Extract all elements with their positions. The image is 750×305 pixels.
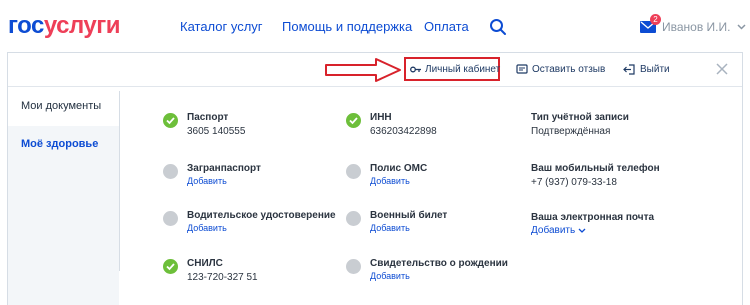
gosuslugi-logo[interactable]: госуслуги bbox=[8, 12, 121, 40]
email: Ваша электронная почта Добавить bbox=[531, 212, 654, 236]
search-icon[interactable] bbox=[489, 18, 507, 36]
sidebar-item-health[interactable]: Моё здоровье bbox=[8, 126, 119, 160]
account-type: Тип учётной записи Подтверждённая bbox=[531, 112, 629, 137]
logout-link[interactable]: Выйти bbox=[640, 64, 670, 75]
status-ok-icon bbox=[163, 113, 178, 128]
chevron-down-icon bbox=[578, 228, 586, 233]
add-military-id-link[interactable]: Добавить bbox=[370, 223, 410, 233]
personal-account-link[interactable]: Личный кабинет bbox=[425, 64, 500, 75]
feedback-icon bbox=[516, 64, 528, 74]
mobile-phone: Ваш мобильный телефон +7 (937) 079-33-18 bbox=[531, 163, 660, 188]
email-title: Ваша электронная почта bbox=[531, 212, 655, 223]
sidebar-divider bbox=[119, 91, 120, 271]
profile-action-bar: Личный кабинет Оставить отзыв Выйти bbox=[8, 53, 742, 87]
add-email-label: Добавить bbox=[531, 225, 576, 236]
mobile-phone-title: Ваш мобильный телефон bbox=[531, 163, 660, 174]
nav-catalog[interactable]: Каталог услуг bbox=[180, 19, 263, 34]
sidebar-item-label: Мои документы bbox=[21, 100, 102, 112]
account-type-value: Подтверждённая bbox=[531, 126, 611, 137]
document-title: Военный билет bbox=[370, 210, 448, 221]
status-ok-icon bbox=[163, 259, 178, 274]
status-empty-icon bbox=[346, 164, 361, 179]
user-name[interactable]: Иванов И.И. bbox=[662, 20, 730, 34]
status-empty-icon bbox=[163, 164, 178, 179]
sidebar-item-label: Моё здоровье bbox=[21, 138, 99, 150]
add-foreign-passport-link[interactable]: Добавить bbox=[187, 176, 227, 186]
account-type-title: Тип учётной записи bbox=[531, 112, 629, 123]
add-driver-license-link[interactable]: Добавить bbox=[187, 223, 227, 233]
profile-dropdown-panel: Личный кабинет Оставить отзыв Выйти Мои … bbox=[7, 52, 743, 305]
document-title: Загранпаспорт bbox=[187, 163, 261, 174]
status-empty-icon bbox=[163, 211, 178, 226]
chevron-down-icon[interactable] bbox=[737, 24, 746, 30]
nav-help[interactable]: Помощь и поддержка bbox=[282, 19, 412, 34]
feedback-link[interactable]: Оставить отзыв bbox=[532, 64, 605, 75]
document-value: 3605 140555 bbox=[187, 126, 246, 137]
document-title: Полис ОМС bbox=[370, 163, 428, 174]
sidebar-item-documents[interactable]: Мои документы bbox=[8, 88, 120, 126]
document-title: Свидетельство о рождении bbox=[370, 258, 508, 269]
document-title: СНИЛС bbox=[187, 258, 223, 269]
document-title: Паспорт bbox=[187, 112, 229, 123]
status-empty-icon bbox=[346, 211, 361, 226]
document-value: 123-720-327 51 bbox=[187, 272, 258, 283]
key-icon bbox=[410, 66, 421, 73]
logo-part-uslugi: услуги bbox=[43, 12, 121, 39]
arrow-pointer-icon bbox=[325, 58, 401, 82]
document-title: ИНН bbox=[370, 112, 392, 123]
status-empty-icon bbox=[346, 259, 361, 274]
document-value: 636203422898 bbox=[370, 126, 437, 137]
nav-payment[interactable]: Оплата bbox=[424, 19, 469, 34]
mobile-phone-value: +7 (937) 079-33-18 bbox=[531, 177, 617, 188]
add-birth-certificate-link[interactable]: Добавить bbox=[370, 271, 410, 281]
sidebar: Мои документы Моё здоровье bbox=[8, 88, 120, 305]
document-title: Водительское удостоверение bbox=[187, 210, 336, 221]
top-bar: госуслуги Каталог услуг Помощь и поддерж… bbox=[0, 0, 750, 52]
add-oms-link[interactable]: Добавить bbox=[370, 176, 410, 186]
status-ok-icon bbox=[346, 113, 361, 128]
add-email-link[interactable]: Добавить bbox=[531, 225, 654, 236]
logo-part-gos: гос bbox=[8, 12, 44, 39]
mail-count-badge: 2 bbox=[650, 14, 661, 25]
close-icon[interactable] bbox=[716, 63, 728, 75]
logout-icon bbox=[623, 64, 635, 75]
